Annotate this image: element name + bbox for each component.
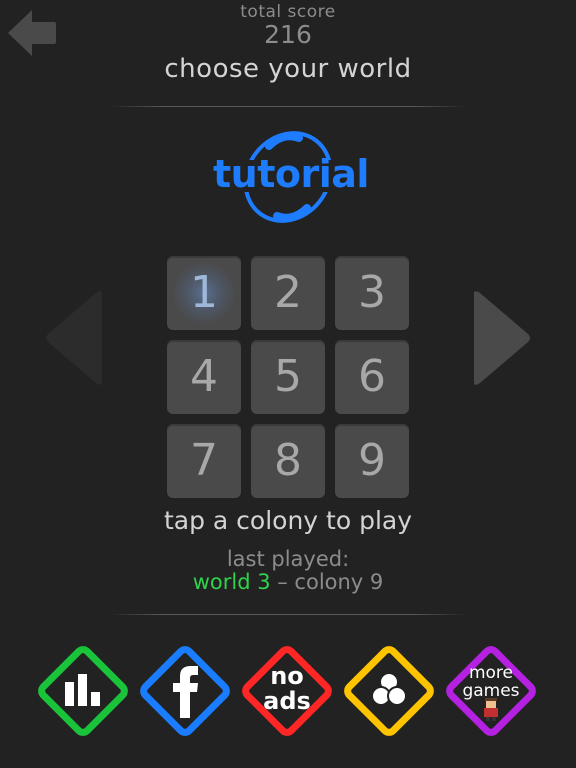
colony-tile-3[interactable]: 3: [335, 256, 409, 330]
character-icon: [484, 698, 498, 721]
colony-tile-8[interactable]: 8: [251, 424, 325, 498]
chevron-right-icon: [474, 291, 530, 385]
last-played-world: world 3: [192, 570, 271, 594]
leaderboard-button[interactable]: [32, 640, 134, 742]
colony-tile-9[interactable]: 9: [335, 424, 409, 498]
last-played-label: last played:: [226, 547, 350, 571]
divider-bottom: [110, 614, 466, 615]
colony-tile-2[interactable]: 2: [251, 256, 325, 330]
themes-button[interactable]: [338, 640, 440, 742]
facebook-icon: [173, 666, 198, 718]
no-ads-line1: no: [270, 662, 304, 690]
next-world-button[interactable]: [472, 290, 532, 386]
colony-grid: 1 2 3 4 5 6 7 8 9: [167, 256, 409, 498]
last-played-value: world 3 – colony 9: [0, 570, 576, 594]
no-ads-line2: ads: [263, 687, 311, 715]
colony-tile-6[interactable]: 6: [335, 340, 409, 414]
last-played-separator: –: [270, 570, 295, 594]
facebook-button[interactable]: [134, 640, 236, 742]
score-value: 216: [264, 20, 312, 49]
chevron-left-icon: [46, 291, 102, 385]
world-name: tutorial: [213, 152, 369, 196]
colony-tile-1[interactable]: 1: [167, 256, 241, 330]
world-logo: tutorial: [213, 124, 369, 230]
colony-tile-7[interactable]: 7: [167, 424, 241, 498]
three-circles-icon: [371, 672, 407, 706]
last-played-colony: colony 9: [294, 570, 384, 594]
divider-top: [110, 106, 466, 107]
colony-tile-5[interactable]: 5: [251, 340, 325, 414]
no-ads-button[interactable]: no ads: [236, 640, 338, 742]
play-hint: tap a colony to play: [163, 506, 413, 535]
previous-world-button[interactable]: [44, 290, 104, 386]
page-title: choose your world: [164, 54, 412, 84]
bar-chart-icon: [65, 674, 100, 706]
colony-tile-4[interactable]: 4: [167, 340, 241, 414]
more-games-button[interactable]: more games: [440, 640, 542, 742]
score-label: total score: [240, 2, 336, 22]
world-select-screen: total score 216 choose your world tutori…: [0, 0, 576, 768]
